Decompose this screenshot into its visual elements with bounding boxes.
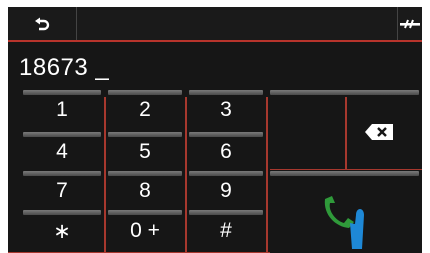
dialed-number: 18673 bbox=[19, 54, 89, 81]
back-button[interactable] bbox=[8, 7, 77, 40]
key-2[interactable]: 2 bbox=[105, 90, 185, 125]
key-9[interactable]: 9 bbox=[186, 171, 266, 206]
cursor: _ bbox=[95, 54, 110, 81]
back-arrow-icon bbox=[35, 17, 50, 30]
key-1[interactable]: 1 bbox=[20, 90, 104, 125]
top-bar bbox=[8, 7, 422, 42]
dialer-screen: 18673 _ 1 2 3 4 5 6 7 8 9 ∗ 0 + # bbox=[8, 7, 422, 253]
key-0-plus[interactable]: 0 + bbox=[105, 210, 185, 248]
backspace-button[interactable] bbox=[267, 90, 422, 169]
phone-call-icon bbox=[324, 196, 364, 249]
key-4[interactable]: 4 bbox=[20, 132, 104, 167]
key-star[interactable]: ∗ bbox=[20, 210, 104, 248]
call-button[interactable] bbox=[270, 177, 422, 253]
key-6[interactable]: 6 bbox=[186, 132, 266, 167]
key-7[interactable]: 7 bbox=[20, 171, 104, 206]
hang-up-icon bbox=[400, 19, 420, 28]
dialed-number-display: 18673 _ bbox=[19, 54, 109, 84]
grid-divider bbox=[270, 169, 422, 170]
hang-up-button[interactable] bbox=[397, 7, 422, 40]
backspace-icon[interactable] bbox=[365, 124, 393, 140]
key-hash[interactable]: # bbox=[186, 210, 266, 248]
key-8[interactable]: 8 bbox=[105, 171, 185, 206]
key-3[interactable]: 3 bbox=[186, 90, 266, 125]
key-5[interactable]: 5 bbox=[105, 132, 185, 167]
